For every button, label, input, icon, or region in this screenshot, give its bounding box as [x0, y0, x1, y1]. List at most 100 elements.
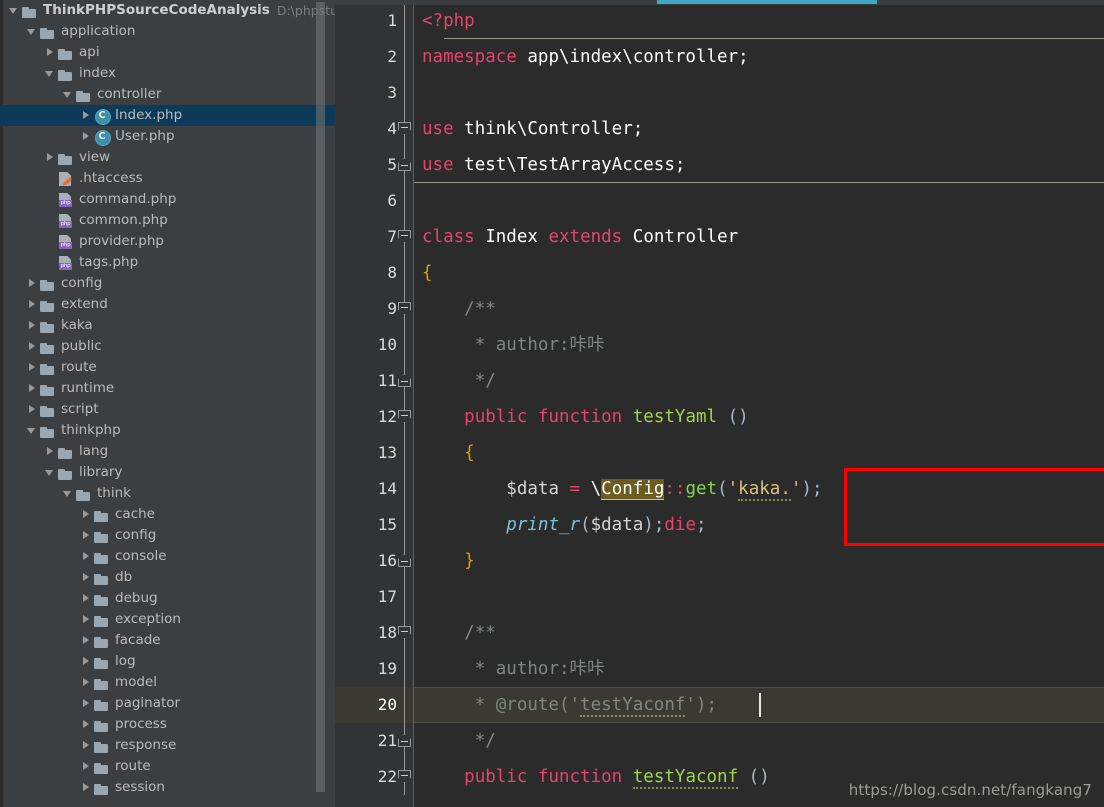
code-line[interactable]: use think\Controller; — [414, 111, 1104, 147]
tree-item-log[interactable]: log — [0, 651, 335, 672]
tree-item-script[interactable]: script — [0, 399, 335, 420]
chevron-down-icon[interactable] — [8, 0, 21, 21]
chevron-down-icon[interactable] — [62, 84, 75, 105]
tree-item-application[interactable]: application — [0, 21, 335, 42]
chevron-right-icon[interactable] — [80, 546, 93, 567]
chevron-right-icon[interactable] — [80, 504, 93, 525]
fold-collapse-icon[interactable] — [398, 626, 411, 639]
tree-item-user-php[interactable]: User.php — [0, 126, 335, 147]
chevron-right-icon[interactable] — [80, 630, 93, 651]
tree-item-process[interactable]: process — [0, 714, 335, 735]
tree-item-htaccess[interactable]: .htaccess — [0, 168, 335, 189]
chevron-down-icon[interactable] — [62, 483, 75, 504]
tree-item-thinkphp[interactable]: thinkphp — [0, 420, 335, 441]
chevron-down-icon[interactable] — [26, 21, 39, 42]
fold-end-icon[interactable] — [398, 374, 411, 387]
chevron-right-icon[interactable] — [26, 399, 39, 420]
code-line[interactable]: $data = \Config::get('kaka.'); — [414, 471, 1104, 507]
fold-collapse-icon[interactable] — [398, 122, 411, 135]
tree-item-command-php[interactable]: command.php — [0, 189, 335, 210]
chevron-right-icon[interactable] — [80, 777, 93, 798]
chevron-right-icon[interactable] — [44, 42, 57, 63]
code-line[interactable] — [414, 75, 1104, 111]
chevron-right-icon[interactable] — [80, 105, 93, 126]
chevron-right-icon[interactable] — [80, 756, 93, 777]
chevron-right-icon[interactable] — [80, 651, 93, 672]
code-line[interactable] — [414, 183, 1104, 219]
tree-item-extend[interactable]: extend — [0, 294, 335, 315]
tree-item-tags-php[interactable]: tags.php — [0, 252, 335, 273]
tree-scrollbar-thumb[interactable] — [316, 2, 325, 792]
tree-item-index[interactable]: index — [0, 63, 335, 84]
code-line[interactable]: * author:咔咔 — [414, 651, 1104, 687]
tree-item-route[interactable]: route — [0, 756, 335, 777]
chevron-right-icon[interactable] — [80, 735, 93, 756]
chevron-right-icon[interactable] — [80, 588, 93, 609]
tree-item-model[interactable]: model — [0, 672, 335, 693]
tree-item-view[interactable]: view — [0, 147, 335, 168]
tree-item-kaka[interactable]: kaka — [0, 315, 335, 336]
tree-item-public[interactable]: public — [0, 336, 335, 357]
fold-end-icon[interactable] — [398, 158, 411, 171]
code-line[interactable]: <?php — [414, 3, 1104, 39]
chevron-right-icon[interactable] — [80, 609, 93, 630]
code-line[interactable]: } — [414, 543, 1104, 579]
fold-collapse-icon[interactable] — [398, 302, 411, 315]
tree-item-think[interactable]: think — [0, 483, 335, 504]
tree-item-exception[interactable]: exception — [0, 609, 335, 630]
tree-item-library[interactable]: library — [0, 462, 335, 483]
code-line[interactable]: { — [414, 255, 1104, 291]
tree-item-facade[interactable]: facade — [0, 630, 335, 651]
code-line[interactable]: public function testYaml () — [414, 399, 1104, 435]
tree-item-runtime[interactable]: runtime — [0, 378, 335, 399]
chevron-right-icon[interactable] — [80, 567, 93, 588]
tree-scrollbar-track[interactable] — [316, 0, 330, 807]
chevron-down-icon[interactable] — [44, 462, 57, 483]
code-line[interactable]: { — [414, 435, 1104, 471]
chevron-right-icon[interactable] — [26, 357, 39, 378]
chevron-right-icon[interactable] — [44, 441, 57, 462]
tree-item-response[interactable]: response — [0, 735, 335, 756]
tree-item-cache[interactable]: cache — [0, 504, 335, 525]
chevron-right-icon[interactable] — [80, 126, 93, 147]
code-editor[interactable]: 1 2 3 4 5 6 7 8 9 10 11 12 13 14 15 16 17 18 19 20 21 22 <?ph… — [335, 0, 1104, 807]
project-tree-panel[interactable]: ThinkPHPSourceCodeAnalysisD:\phpstudy_pr… — [0, 0, 335, 807]
code-line[interactable]: */ — [414, 363, 1104, 399]
code-line[interactable]: */ — [414, 723, 1104, 759]
chevron-right-icon[interactable] — [80, 525, 93, 546]
editor-gutter[interactable]: 1 2 3 4 5 6 7 8 9 10 11 12 13 14 15 16 17 18 19 20 21 22 — [335, 0, 413, 807]
code-line[interactable]: /** — [414, 291, 1104, 327]
tree-item-provider-php[interactable]: provider.php — [0, 231, 335, 252]
tree-item-controller[interactable]: controller — [0, 84, 335, 105]
chevron-right-icon[interactable] — [44, 147, 57, 168]
tree-item-config[interactable]: config — [0, 273, 335, 294]
tree-item-index-php[interactable]: Index.php — [0, 105, 335, 126]
tree-item-api[interactable]: api — [0, 42, 335, 63]
chevron-right-icon[interactable] — [80, 714, 93, 735]
code-line[interactable]: namespace app\index\controller; — [414, 39, 1104, 75]
tree-item-thinkphpsourcecodeanalysis[interactable]: ThinkPHPSourceCodeAnalysisD:\phpstudy_pr… — [0, 0, 335, 21]
code-line[interactable]: * author:咔咔 — [414, 327, 1104, 363]
fold-end-icon[interactable] — [398, 554, 411, 567]
fold-collapse-icon[interactable] — [398, 410, 411, 423]
tree-item-console[interactable]: console — [0, 546, 335, 567]
tree-item-debug[interactable]: debug — [0, 588, 335, 609]
tree-item-session[interactable]: session — [0, 777, 335, 798]
code-line[interactable]: class Index extends Controller — [414, 219, 1104, 255]
fold-end-icon[interactable] — [398, 734, 411, 747]
editor-tab-strip[interactable] — [335, 0, 1104, 5]
tree-item-db[interactable]: db — [0, 567, 335, 588]
tree-item-config[interactable]: config — [0, 525, 335, 546]
code-line[interactable]: print_r($data);die; — [414, 507, 1104, 543]
tree-item-lang[interactable]: lang — [0, 441, 335, 462]
chevron-right-icon[interactable] — [26, 336, 39, 357]
tree-item-common-php[interactable]: common.php — [0, 210, 335, 231]
chevron-right-icon[interactable] — [80, 672, 93, 693]
chevron-down-icon[interactable] — [26, 420, 39, 441]
chevron-down-icon[interactable] — [44, 63, 57, 84]
code-text-area[interactable]: <?php namespace app\index\controller; use … — [414, 0, 1104, 807]
fold-collapse-icon[interactable] — [398, 230, 411, 243]
project-tree-list[interactable]: ThinkPHPSourceCodeAnalysisD:\phpstudy_pr… — [0, 0, 335, 798]
code-line[interactable]: /** — [414, 615, 1104, 651]
chevron-right-icon[interactable] — [26, 294, 39, 315]
